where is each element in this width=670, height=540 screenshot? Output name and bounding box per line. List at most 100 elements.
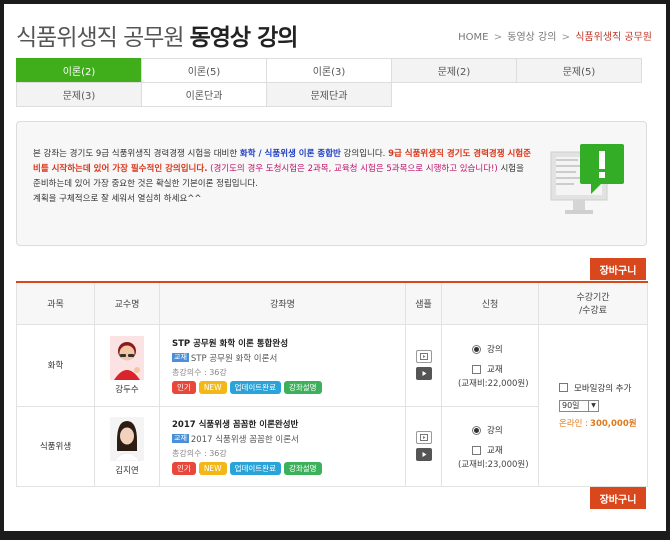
intro-box: 본 강좌는 경기도 9급 식품위생직 경력경쟁 시험을 대비한 화학 / 식품위… — [16, 121, 647, 246]
play-dark-icon[interactable] — [415, 367, 432, 380]
dropdown-arrow-icon: ▼ — [588, 400, 598, 411]
professor-cell: 김지연 — [94, 405, 160, 487]
intro-text-2: 강의입니다. — [340, 149, 389, 159]
book-price: (교재비:23,000원) — [458, 460, 529, 470]
page-frame: 식품위생직 공무원 동영상 강의 HOME > 동영상 강의 > 식품위생직 공무… — [4, 4, 666, 531]
tab-row-1: 이론(2) 이론(5) 이론(3) 문제(2) 문제(5) — [16, 58, 645, 83]
lecture-cell: 2017 식품위생 꼼꼼한 이론완성반 교재 2017 식품위생 꼼꼼한 이론서 … — [159, 405, 406, 487]
lecture-cell: STP 공무원 화학 이론 통합완성 교재 STP 공무원 화학 이론서 총강의수… — [159, 323, 406, 407]
badge-new: NEW — [198, 380, 227, 394]
header-period-line1: 수강기간 — [576, 293, 610, 304]
breadcrumb-separator: > — [493, 32, 503, 43]
tab-theory-2[interactable]: 이론(2) — [16, 58, 142, 83]
online-price: 온라인 :300,000원 — [559, 417, 647, 429]
header-sample: 샘플 — [405, 282, 442, 325]
apply-cell: 강의 교재 (교재비:22,000원) — [441, 323, 539, 407]
play-dark-icon[interactable] — [415, 448, 432, 461]
book-tag: 교재 — [172, 353, 189, 362]
mobile-lecture-label: 모바일강의 추가 — [574, 383, 632, 394]
mobile-lecture-checkbox[interactable] — [559, 383, 568, 392]
professor-cell: 강두수 — [94, 323, 160, 407]
course-description-button[interactable]: 강좌설명 — [283, 461, 322, 475]
breadcrumb: HOME > 동영상 강의 > 식품위생직 공무원 — [458, 28, 652, 43]
apply-lecture-radio[interactable] — [472, 344, 481, 354]
cart-button-top[interactable]: 장바구니 — [590, 258, 646, 280]
sample-cell — [405, 323, 442, 407]
apply-book-checkbox[interactable] — [472, 445, 481, 455]
lecture-book: 교재 STP 공무원 화학 이론서 — [172, 352, 405, 364]
professor-photo-avatar — [110, 335, 144, 380]
breadcrumb-current: 식품위생직 공무원 — [575, 32, 652, 43]
page-title: 식품위생직 공무원 동영상 강의 — [16, 18, 299, 52]
lecture-badges: 인기 NEW 업데이트완료 강좌설명 — [172, 461, 405, 475]
intro-text: 본 강좌는 경기도 9급 식품위생직 경력경쟁 시험을 대비한 화학 / 식품위… — [33, 147, 533, 207]
course-description-button[interactable]: 강좌설명 — [283, 380, 322, 394]
header-subject: 과목 — [16, 282, 95, 325]
professor-name[interactable]: 강두수 — [115, 383, 138, 395]
header-professor: 교수명 — [94, 282, 160, 325]
tab-problem-3[interactable]: 문제(3) — [16, 82, 142, 107]
lecture-title[interactable]: STP 공무원 화학 이론 통합완성 — [172, 337, 405, 349]
apply-book-checkbox[interactable] — [472, 364, 481, 374]
apply-lecture-label: 강의 — [487, 345, 503, 355]
period-select[interactable]: 90일 ▼ — [559, 399, 599, 412]
play-sample-icon[interactable] — [415, 431, 432, 444]
professor-name[interactable]: 김지연 — [115, 464, 138, 476]
tab-theory-single[interactable]: 이론단과 — [141, 82, 267, 107]
tab-problem-2[interactable]: 문제(2) — [391, 58, 517, 83]
sample-cell — [405, 405, 442, 487]
intro-highlight-course: 화학 / 식품위생 이론 종합반 — [239, 149, 341, 159]
lecture-title[interactable]: 2017 식품위생 꼼꼼한 이론완성반 — [172, 418, 405, 430]
subject-cell: 화학 — [16, 323, 95, 407]
apply-book-label: 교재 — [487, 446, 503, 456]
badge-popular: 인기 — [172, 380, 196, 394]
badge-updated: 업데이트완료 — [229, 461, 281, 475]
lecture-badges: 인기 NEW 업데이트완료 강좌설명 — [172, 380, 405, 394]
course-table: 과목 교수명 강좌명 샘플 신청 수강기간/수강료 화학 강두수 STP 공무원… — [16, 281, 648, 487]
period-select-value: 90일 — [562, 401, 580, 410]
book-tag: 교재 — [172, 434, 189, 443]
badge-popular: 인기 — [172, 461, 196, 475]
apply-book-label: 교재 — [487, 365, 503, 375]
header-period: 수강기간/수강료 — [538, 282, 648, 325]
book-price: (교재비:22,000원) — [458, 379, 529, 389]
subject-cell: 식품위생 — [16, 405, 95, 487]
tab-problem-5[interactable]: 문제(5) — [516, 58, 642, 83]
badge-updated: 업데이트완료 — [229, 380, 281, 394]
intro-highlight-note: (경기도의 경우 도청시험은 2과목, 교육청 시험은 5과목으로 시행하고 있… — [207, 164, 498, 174]
category-tabs: 이론(2) 이론(5) 이론(3) 문제(2) 문제(5) 문제(3) 이론단과… — [16, 58, 645, 108]
tab-theory-3[interactable]: 이론(3) — [266, 58, 392, 83]
badge-new: NEW — [198, 461, 227, 475]
play-sample-icon[interactable] — [415, 350, 432, 363]
intro-text-4: 계획을 구체적으로 잘 세워서 열심히 하세요^^ — [33, 194, 202, 204]
tab-row-2: 문제(3) 이론단과 문제단과 — [16, 82, 645, 108]
period-cell: 모바일강의 추가 90일 ▼ 온라인 :300,000원 — [538, 323, 648, 487]
intro-text-1: 본 강좌는 경기도 9급 식품위생직 경력경쟁 시험을 대비한 — [33, 149, 240, 159]
breadcrumb-separator: > — [561, 32, 571, 43]
lecture-count: 총강의수 : 36강 — [172, 448, 227, 458]
professor-photo-avatar — [110, 416, 144, 461]
notice-monitor-icon — [550, 144, 624, 214]
tab-problem-single[interactable]: 문제단과 — [266, 82, 392, 107]
page-title-main: 동영상 강의 — [189, 25, 299, 51]
cart-button-bottom[interactable]: 장바구니 — [590, 487, 646, 509]
online-label: 온라인 : — [559, 418, 589, 429]
breadcrumb-level1[interactable]: 동영상 강의 — [507, 32, 556, 43]
tab-theory-5[interactable]: 이론(5) — [141, 58, 267, 83]
header-apply: 신청 — [441, 282, 539, 325]
lecture-count: 총강의수 : 36강 — [172, 367, 227, 377]
apply-lecture-radio[interactable] — [472, 425, 481, 435]
book-title: STP 공무원 화학 이론서 — [190, 353, 278, 364]
apply-cell: 강의 교재 (교재비:23,000원) — [441, 405, 539, 487]
header-period-line2: /수강료 — [579, 306, 607, 317]
online-price-value: 300,000원 — [590, 418, 637, 429]
book-title: 2017 식품위생 꼼꼼한 이론서 — [190, 434, 299, 445]
page-title-category: 식품위생직 공무원 — [16, 25, 185, 51]
apply-lecture-label: 강의 — [487, 426, 503, 436]
page-header: 식품위생직 공무원 동영상 강의 HOME > 동영상 강의 > 식품위생직 공무… — [16, 18, 652, 52]
breadcrumb-home[interactable]: HOME — [458, 32, 488, 43]
table-header-row: 과목 교수명 강좌명 샘플 신청 수강기간/수강료 — [16, 282, 648, 325]
lecture-book: 교재 2017 식품위생 꼼꼼한 이론서 — [172, 433, 405, 445]
table-row: 화학 강두수 STP 공무원 화학 이론 통합완성 교재 STP 공무원 화학 … — [16, 323, 648, 487]
header-lecture: 강좌명 — [159, 282, 406, 325]
